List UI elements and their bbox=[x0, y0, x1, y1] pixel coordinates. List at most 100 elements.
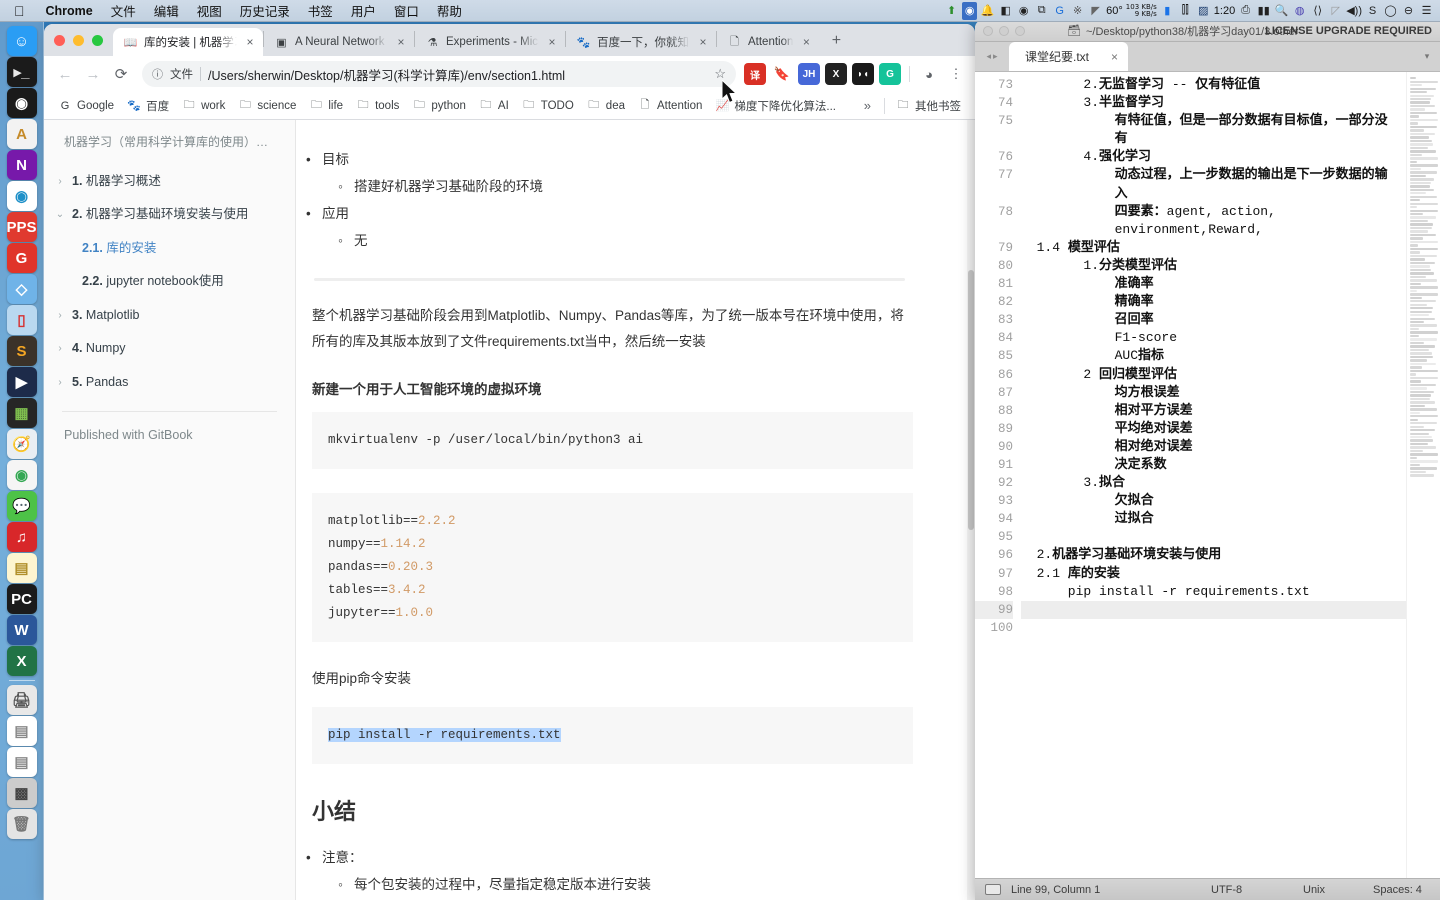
temperature-icon[interactable]: 60° bbox=[1106, 2, 1123, 20]
bookmark-11[interactable]: 📈 梯度下降优化算法... bbox=[709, 95, 842, 117]
mac-dock[interactable]: ☺ ▸_ ◉ A N ◉ PPS G ◇ ▯ S ▶ ▦ 🧭 ◉ 💬 ♫ ▤ PC W X 🖨 ▤ ▤ ▩ 🗑 bbox=[0, 22, 44, 900]
gfw-shield-icon[interactable]: G bbox=[1052, 2, 1067, 20]
dock-item-obs[interactable]: ◉ bbox=[6, 88, 37, 118]
browser-tab-1[interactable]: ▣ A Neural Network Pl × bbox=[264, 28, 414, 56]
page-scrollbar-track[interactable] bbox=[967, 120, 975, 900]
bookmark-6[interactable]: 🗀 python bbox=[406, 93, 472, 118]
sublime-maximize-button[interactable] bbox=[1015, 25, 1025, 36]
maximize-window-button[interactable] bbox=[92, 34, 103, 46]
editor-text-area[interactable]: 2.无监督学习 -- 仅有特征值 3.半监督学习 有特征值，但是一部分数据有目标… bbox=[1021, 72, 1440, 878]
tab-nav-left-icon[interactable]: ◂ bbox=[986, 51, 991, 62]
dock-item-word[interactable]: W bbox=[6, 615, 37, 645]
dock-item-matlab[interactable]: ▦ bbox=[6, 398, 37, 428]
editor-line[interactable]: 3.半监督学习 bbox=[1021, 94, 1440, 112]
close-tab-icon[interactable]: × bbox=[696, 35, 710, 49]
sublime-traffic-lights[interactable] bbox=[983, 25, 1025, 36]
minimize-window-button[interactable] bbox=[73, 34, 84, 46]
page-scrollbar-thumb[interactable] bbox=[968, 270, 974, 530]
menu-item-5[interactable]: 书签 bbox=[299, 1, 342, 20]
sublime-icon[interactable]: S bbox=[1365, 2, 1380, 20]
editor-line[interactable]: 有 bbox=[1021, 130, 1440, 148]
dock-item-safari[interactable]: 🧭 bbox=[6, 429, 37, 459]
editor-line[interactable]: 精确率 bbox=[1021, 293, 1440, 311]
chevron-down-icon[interactable]: ▾ bbox=[1414, 42, 1440, 71]
close-window-button[interactable] bbox=[54, 34, 65, 46]
airplay-icon[interactable]: ⎙ bbox=[1238, 2, 1253, 20]
volume-icon[interactable]: ◀)) bbox=[1346, 2, 1362, 20]
requirements-code-block[interactable]: matplotlib==2.2.2 numpy==1.14.2 pandas==0.… bbox=[312, 492, 913, 643]
close-tab-icon[interactable]: × bbox=[545, 35, 559, 49]
bookmarks-overflow-button[interactable]: » bbox=[856, 98, 879, 113]
profile-avatar[interactable]: ◕ bbox=[918, 63, 940, 85]
bookmark-1[interactable]: 🐾 百度 bbox=[121, 95, 175, 117]
bookmark-manager-extension[interactable]: 🔖 bbox=[771, 63, 793, 85]
menu-item-0[interactable]: Chrome bbox=[37, 4, 102, 18]
close-tab-icon[interactable]: × bbox=[243, 35, 257, 49]
editor-line[interactable]: 2.机器学习基础环境安装与使用 bbox=[1021, 546, 1440, 564]
dock-item-document-2[interactable]: ▤ bbox=[6, 747, 37, 777]
browser-tab-0[interactable]: 📖 库的安装 | 机器学习 × bbox=[113, 28, 263, 56]
editor-line[interactable]: 4.强化学习 bbox=[1021, 148, 1440, 166]
dock-item-preview[interactable]: A bbox=[6, 119, 37, 149]
search-icon[interactable]: 🔍 bbox=[1274, 2, 1289, 20]
bookmark-9[interactable]: 🗀 dea bbox=[581, 93, 631, 118]
copy-icon[interactable]: ⧉ bbox=[1034, 2, 1049, 20]
activity-graph-icon[interactable]: ▨ bbox=[1196, 2, 1211, 20]
cpu-meter-icon[interactable]: ▮ bbox=[1160, 2, 1175, 20]
dock-item-chrome[interactable]: ◉ bbox=[6, 460, 37, 490]
venv-code-block[interactable]: mkvirtualenv -p /user/local/bin/python3 … bbox=[312, 411, 913, 469]
notes-icon[interactable]: ◧ bbox=[998, 2, 1013, 20]
code-icon[interactable]: ⟨⟩ bbox=[1310, 2, 1325, 20]
editor-line[interactable]: 相对平方误差 bbox=[1021, 402, 1440, 420]
browser-tab-2[interactable]: ⚗ Experiments - Micros × bbox=[415, 28, 565, 56]
siri-icon[interactable]: ◍ bbox=[1292, 2, 1307, 20]
equalizer-icon[interactable]: ▮▮ bbox=[1256, 2, 1271, 20]
editor-minimap[interactable] bbox=[1406, 72, 1440, 878]
dock-item-printer[interactable]: 🖨 bbox=[6, 685, 37, 715]
bookmark-4[interactable]: 🗀 life bbox=[303, 93, 349, 118]
sublime-close-button[interactable] bbox=[983, 25, 993, 36]
chevron-icon[interactable]: ⌄ bbox=[54, 206, 66, 222]
sidebar-item-3[interactable]: › 3. Matplotlib bbox=[44, 299, 295, 333]
dock-item-terminal[interactable]: ▸_ bbox=[6, 57, 37, 87]
sublime-tab-active[interactable]: 课堂纪要.txt × bbox=[1009, 42, 1129, 71]
bookmark-7[interactable]: 🗀 AI bbox=[473, 93, 515, 118]
back-button[interactable]: ← bbox=[52, 61, 78, 87]
editor-line[interactable]: 过拟合 bbox=[1021, 510, 1440, 528]
dock-item-netease-music[interactable]: ♫ bbox=[6, 522, 37, 552]
reload-button[interactable]: ⟳ bbox=[108, 61, 134, 87]
sidebar-item-1[interactable]: › 1. 机器学习概述 bbox=[44, 165, 295, 199]
editor-line[interactable]: 1.分类模型评估 bbox=[1021, 257, 1440, 275]
line-ending-status[interactable]: Unix bbox=[1303, 884, 1373, 896]
bookmark-star-icon[interactable]: ☆ bbox=[714, 66, 726, 82]
browser-tab-3[interactable]: 🐾 百度一下，你就知道 × bbox=[566, 28, 716, 56]
location-pin-icon[interactable]: ◉ bbox=[1016, 2, 1031, 20]
sublime-minimize-button[interactable] bbox=[999, 25, 1009, 36]
bookmark-0[interactable]: G Google bbox=[52, 97, 120, 115]
bookmark-5[interactable]: 🗀 tools bbox=[350, 93, 405, 118]
editor-line[interactable]: 欠拟合 bbox=[1021, 492, 1440, 510]
translate-extension[interactable]: 译 bbox=[744, 63, 766, 85]
chevron-icon[interactable]: › bbox=[54, 307, 66, 323]
dock-item-onenote[interactable]: N bbox=[6, 150, 37, 180]
bookmark-2[interactable]: 🗀 work bbox=[176, 93, 231, 118]
close-tab-icon[interactable]: × bbox=[394, 35, 408, 49]
url-text[interactable]: /Users/sherwin/Desktop/机器学习(科学计算库)/env/s… bbox=[208, 65, 707, 84]
dnd-icon[interactable]: ⊖ bbox=[1401, 2, 1416, 20]
sidebar-item-2[interactable]: ⌄ 2. 机器学习基础环境安装与使用 bbox=[44, 198, 295, 232]
pip-code-block[interactable]: pip install -r requirements.txt bbox=[312, 706, 913, 764]
menu-item-1[interactable]: 文件 bbox=[102, 1, 145, 20]
bookmark-10[interactable]: 🗋 Attention bbox=[632, 93, 708, 118]
dock-item-sublime-text[interactable]: S bbox=[6, 336, 37, 366]
dark-reader-extension[interactable]: ◗◖ bbox=[852, 63, 874, 85]
editor-line[interactable]: 四要素：agent, action, bbox=[1021, 203, 1440, 221]
chevron-icon[interactable]: › bbox=[54, 340, 66, 356]
browser-tab-4[interactable]: 🗋 Attention × bbox=[717, 28, 819, 56]
timemachine-icon[interactable]: ◯ bbox=[1383, 2, 1398, 20]
sublime-editor-body[interactable]: 73 74 75 76 77 78 79 80 81 82 83 84 85 86 87 88 89 90 91 92… bbox=[975, 72, 1440, 878]
editor-line[interactable] bbox=[1021, 600, 1440, 619]
tab-nav-right-icon[interactable]: ▸ bbox=[993, 51, 998, 62]
wifi-icon[interactable]: ◸ bbox=[1328, 2, 1343, 20]
menu-item-6[interactable]: 用户 bbox=[342, 1, 385, 20]
x-extension[interactable]: X bbox=[825, 63, 847, 85]
